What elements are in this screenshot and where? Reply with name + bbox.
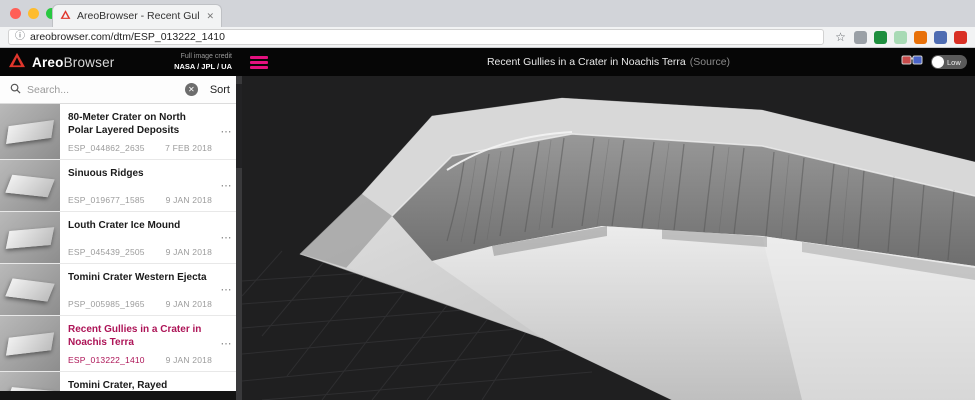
item-options-icon[interactable]: ⋯ <box>216 316 236 371</box>
terrain-3d-viewport[interactable] <box>242 76 975 400</box>
partially-visible-next-item <box>0 391 236 400</box>
list-item[interactable]: Tomini Crater Western Ejecta PSP_005985_… <box>0 264 236 316</box>
areobrowser-logo-icon[interactable] <box>8 52 26 73</box>
terrain-render <box>242 97 975 400</box>
toolbar-icons: ☆ <box>834 30 967 44</box>
extension-icon-2[interactable] <box>874 30 887 44</box>
item-date: 9 JAN 2018 <box>165 247 212 257</box>
search-icon <box>10 81 21 99</box>
extension-icon-6[interactable] <box>954 30 967 44</box>
extension-icon-4[interactable] <box>914 30 927 44</box>
item-date: 7 FEB 2018 <box>165 143 212 153</box>
main-content: ✕ Sort 80-Meter Crater on North Polar La… <box>0 76 975 400</box>
window-minimize-button[interactable] <box>28 8 39 19</box>
dtm-thumbnail <box>0 104 60 159</box>
brand-area: AreoBrowser Full image credit NASA / JPL… <box>0 52 242 73</box>
item-id: ESP_019677_1585 <box>68 195 145 205</box>
item-date: 9 JAN 2018 <box>165 299 212 309</box>
browser-toolbar: ⓘ areobrowser.com/dtm/ESP_013222_1410 ☆ <box>0 27 975 48</box>
item-options-icon[interactable]: ⋯ <box>216 264 236 315</box>
extension-icon-5[interactable] <box>934 30 947 44</box>
item-title: Recent Gullies in a Crater in Noachis Te… <box>68 324 202 348</box>
dtm-thumbnail <box>0 264 60 315</box>
list-item[interactable]: Sinuous Ridges ESP_019677_1585 9 JAN 201… <box>0 160 236 212</box>
tab-close-icon[interactable]: ✕ <box>206 11 214 22</box>
item-title: Tomini Crater Western Ejecta <box>68 272 207 283</box>
dtm-thumbnail <box>0 316 60 371</box>
item-title: Louth Crater Ice Mound <box>68 220 181 231</box>
tab-title: AreoBrowser - Recent Gullies i <box>77 10 200 22</box>
item-options-icon[interactable]: ⋯ <box>216 160 236 211</box>
search-input[interactable] <box>27 83 179 96</box>
source-link[interactable]: (Source) <box>690 56 730 68</box>
item-meta: Recent Gullies in a Crater in Noachis Te… <box>60 316 216 371</box>
extension-icon-3[interactable] <box>894 30 907 44</box>
item-id: PSP_005985_1965 <box>68 299 145 309</box>
browser-tab[interactable]: AreoBrowser - Recent Gullies i ✕ <box>52 4 222 27</box>
search-row: ✕ Sort <box>0 76 242 104</box>
browser-window: AreoBrowser - Recent Gullies i ✕ ⓘ areob… <box>0 0 975 400</box>
extension-icon-1[interactable] <box>854 30 867 44</box>
item-date: 9 JAN 2018 <box>165 355 212 365</box>
address-bar[interactable]: ⓘ areobrowser.com/dtm/ESP_013222_1410 <box>8 29 824 45</box>
quality-toggle[interactable]: Low <box>931 55 967 69</box>
clear-search-icon[interactable]: ✕ <box>184 83 198 96</box>
url-text: areobrowser.com/dtm/ESP_013222_1410 <box>30 31 225 43</box>
sidebar: ✕ Sort 80-Meter Crater on North Polar La… <box>0 76 242 400</box>
toggle-label: Low <box>947 57 961 67</box>
bookmark-star-icon[interactable]: ☆ <box>834 30 847 44</box>
item-meta: 80-Meter Crater on North Polar Layered D… <box>60 104 216 159</box>
anaglyph-3d-glasses-icon[interactable] <box>901 53 923 71</box>
list-item[interactable]: Louth Crater Ice Mound ESP_045439_2505 9… <box>0 212 236 264</box>
sort-button[interactable]: Sort <box>210 84 230 96</box>
window-controls <box>10 8 57 19</box>
item-title: 80-Meter Crater on North Polar Layered D… <box>68 112 186 136</box>
item-meta: Tomini Crater Western Ejecta PSP_005985_… <box>60 264 216 315</box>
item-meta: Sinuous Ridges ESP_019677_1585 9 JAN 201… <box>60 160 216 211</box>
item-title: Sinuous Ridges <box>68 168 144 179</box>
result-list: 80-Meter Crater on North Polar Layered D… <box>0 104 236 400</box>
header-right-controls: Low <box>901 48 967 76</box>
image-credit: Full image credit NASA / JPL / UA <box>174 52 232 71</box>
menu-icon[interactable] <box>250 55 268 69</box>
page-info-icon[interactable]: ⓘ <box>15 32 25 42</box>
item-id: ESP_044862_2635 <box>68 143 145 153</box>
item-id: ESP_045439_2505 <box>68 247 145 257</box>
toggle-knob <box>932 56 944 68</box>
tab-strip: AreoBrowser - Recent Gullies i ✕ <box>0 0 975 27</box>
dtm-thumbnail <box>0 160 60 211</box>
item-options-icon[interactable]: ⋯ <box>216 104 236 159</box>
app-header: AreoBrowser Full image credit NASA / JPL… <box>0 48 975 76</box>
brand-name: AreoBrowser <box>32 54 115 70</box>
areobrowser-favicon-icon <box>60 9 71 23</box>
list-item[interactable]: 80-Meter Crater on North Polar Layered D… <box>0 104 236 160</box>
list-item[interactable]: Recent Gullies in a Crater in Noachis Te… <box>0 316 236 372</box>
item-id: ESP_013222_1410 <box>68 355 145 365</box>
dtm-thumbnail <box>0 212 60 263</box>
item-meta: Louth Crater Ice Mound ESP_045439_2505 9… <box>60 212 216 263</box>
item-options-icon[interactable]: ⋯ <box>216 212 236 263</box>
viewer-title: Recent Gullies in a Crater in Noachis Te… <box>486 56 731 68</box>
item-date: 9 JAN 2018 <box>165 195 212 205</box>
window-close-button[interactable] <box>10 8 21 19</box>
